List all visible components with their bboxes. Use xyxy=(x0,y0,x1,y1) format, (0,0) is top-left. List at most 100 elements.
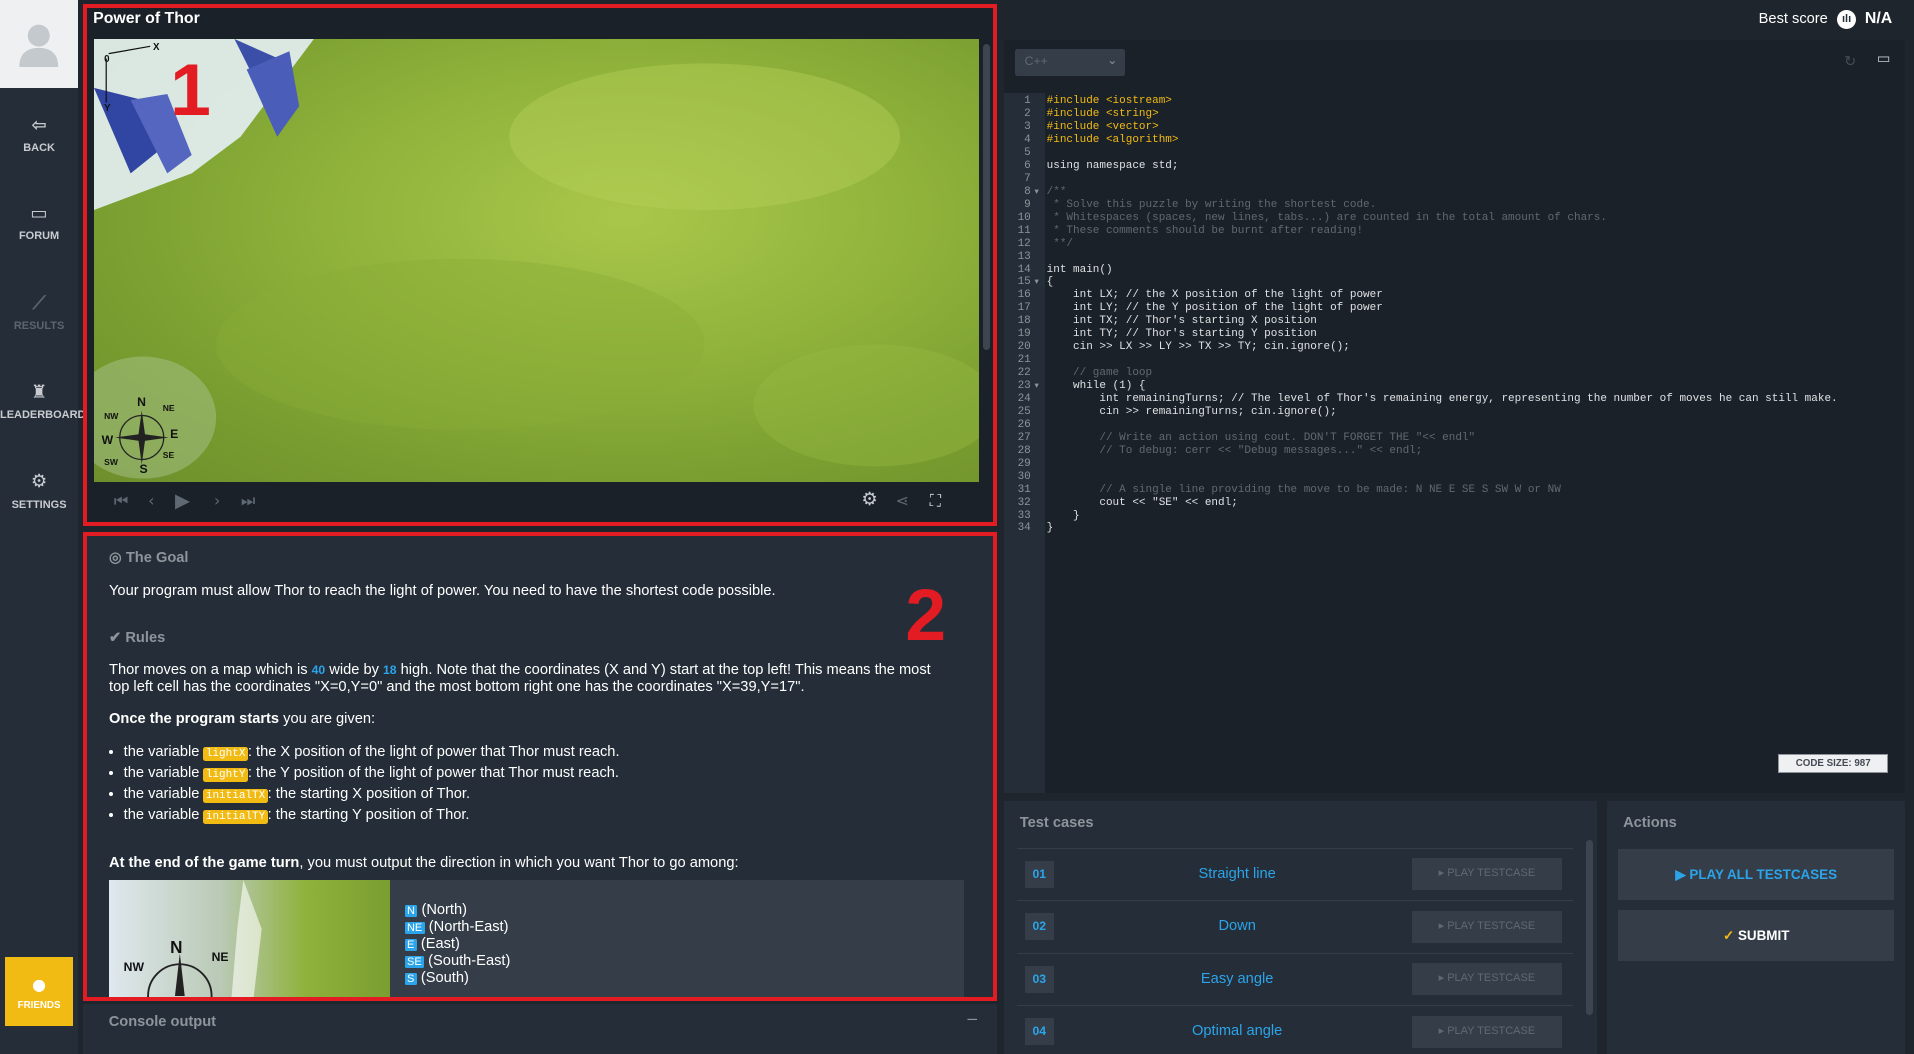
direction-label: (South) xyxy=(416,970,469,987)
check-icon: ✓ xyxy=(1722,927,1738,943)
direction-item: SE (South-East) xyxy=(404,952,511,969)
sidebar-item-leaderboard[interactable]: ♜ LEADERBOARD xyxy=(0,382,85,421)
share-icon[interactable]: ⋖ xyxy=(896,491,909,510)
play-testcase-label: PLAY TESTCASE xyxy=(1447,1024,1536,1037)
code-line: int LY; // the Y position of the light o… xyxy=(1046,302,1383,315)
rules-text: Thor moves on a map which is 40 wide by … xyxy=(109,662,964,696)
statement-panel: ◎ The Goal Your program must allow Thor … xyxy=(83,532,997,1002)
rules-heading: ✔ Rules xyxy=(109,629,165,646)
play-testcase-button[interactable]: ▸ PLAY TESTCASE xyxy=(1411,910,1563,943)
fullscreen-icon[interactable]: ⛶ xyxy=(930,491,941,511)
code-area[interactable]: #include <iostream> #include <string> #inc… xyxy=(1004,95,1905,755)
direction-label: (North-East) xyxy=(424,918,509,935)
testcase-name[interactable]: Optimal angle xyxy=(1139,1023,1334,1039)
sidebar-item-forum[interactable]: ▭ FORUM xyxy=(0,203,78,242)
actions-title: Actions xyxy=(1623,814,1677,831)
sidebar-item-label: RESULTS xyxy=(13,320,65,333)
annotation-number-2: 2 xyxy=(905,574,947,657)
code-line: { xyxy=(1046,276,1054,289)
compass-n: N xyxy=(170,938,183,958)
play-testcase-button[interactable]: ▸ PLAY TESTCASE xyxy=(1411,963,1563,996)
play-testcase-label: PLAY TESTCASE xyxy=(1447,972,1536,985)
sidebar-item-label: LEADERBOARD xyxy=(0,409,86,422)
language-select[interactable]: C++ ⌄ xyxy=(1014,48,1125,76)
code-size-value: 987 xyxy=(1854,757,1871,769)
user-icon: ● xyxy=(32,974,46,994)
play-all-label: PLAY ALL TESTCASES xyxy=(1689,866,1838,882)
direction-tag: S xyxy=(404,973,417,986)
play-all-testcases-button[interactable]: ▶ PLAY ALL TESTCASES xyxy=(1618,848,1895,901)
tests-scrollbar[interactable] xyxy=(1586,840,1593,1015)
testcase-name[interactable]: Straight line xyxy=(1139,866,1334,882)
map-height: 18 xyxy=(383,663,397,678)
code-line: } xyxy=(1046,509,1080,522)
code-line: * Whitespaces (spaces, new lines, tabs..… xyxy=(1046,211,1607,224)
var-name: lightY xyxy=(203,767,248,783)
output-intro-bold: At the end of the game turn xyxy=(109,855,300,872)
step-forward-icon[interactable]: › xyxy=(214,491,220,510)
game-viewer-panel: Power of Thor 0 X Y 1 N NE NW E W xyxy=(83,3,997,527)
var-desc: : the starting X position of Thor. xyxy=(267,785,471,802)
score-chart-icon[interactable]: ılı xyxy=(1836,9,1857,30)
step-back-icon[interactable]: ‹ xyxy=(148,491,154,510)
testcase-number: 02 xyxy=(1024,913,1054,941)
best-score-value: N/A xyxy=(1864,9,1893,27)
game-canvas[interactable]: 0 X Y 1 N NE NW E W SE SW S xyxy=(94,39,979,482)
sidebar-item-results[interactable]: ⟋ RESULTS xyxy=(0,293,78,332)
code-size-badge: CODE SIZE: 987 xyxy=(1778,753,1889,774)
sidebar-item-settings[interactable]: ⚙ SETTINGS xyxy=(0,471,78,510)
list-item: the variable initialTX: the starting X p… xyxy=(123,785,620,804)
code-line: // Write an action using cout. DON'T FOR… xyxy=(1046,431,1476,444)
list-item: the variable lightY: the Y position of t… xyxy=(124,765,620,783)
testcase-row: 04 Optimal angle ▸ PLAY TESTCASE xyxy=(1017,1005,1574,1054)
code-line: **/ xyxy=(1046,237,1074,250)
submit-button[interactable]: ✓ SUBMIT xyxy=(1618,909,1895,962)
testcase-name[interactable]: Easy angle xyxy=(1139,971,1334,987)
direction-item: S (South) xyxy=(404,970,469,987)
testcase-name[interactable]: Down xyxy=(1139,918,1334,934)
language-value: C++ xyxy=(1024,53,1048,68)
code-line: * Solve this puzzle by writing the short… xyxy=(1046,198,1377,211)
goal-heading: ◎ The Goal xyxy=(109,549,188,566)
code-line: // To debug: cerr << "Debug messages..."… xyxy=(1046,444,1423,457)
forum-icon: ▭ xyxy=(30,202,48,224)
rules-text-part: top left cell has the coordinates "X=0,Y… xyxy=(109,679,805,696)
output-intro-rest: , you must output the direction in which… xyxy=(299,855,739,872)
code-line: int TY; // Thor's starting Y position xyxy=(1046,328,1317,341)
check-icon: ✔ xyxy=(109,630,126,647)
play-testcase-button[interactable]: ▸ PLAY TESTCASE xyxy=(1411,1015,1563,1048)
friends-button[interactable]: ● FRIENDS xyxy=(4,957,74,1026)
input-variables-list: the variable lightX: the X position of t… xyxy=(124,744,620,828)
direction-item: NE (North-East) xyxy=(404,918,509,935)
forward-end-icon[interactable]: ⏭ xyxy=(241,491,255,511)
rules-text-part: wide by xyxy=(325,662,383,679)
sidebar-item-back[interactable]: ⇦ BACK xyxy=(0,115,78,154)
rewind-start-icon[interactable]: ⏮ xyxy=(114,491,128,511)
maximize-icon[interactable]: ▭ xyxy=(1877,50,1891,67)
compass-ne: NE xyxy=(211,950,229,965)
output-intro: At the end of the game turn, you must ou… xyxy=(109,855,964,872)
settings-gear-icon[interactable]: ⚙ xyxy=(861,489,877,510)
gear-icon: ⚙ xyxy=(30,471,48,493)
list-item: the variable initialTY: the starting Y p… xyxy=(124,806,620,824)
reset-icon[interactable]: ↻ xyxy=(1844,53,1856,70)
goal-text: Your program must allow Thor to reach th… xyxy=(109,582,776,599)
testcase-row: 03 Easy angle ▸ PLAY TESTCASE xyxy=(1017,952,1574,1004)
console-output-panel: Console output – xyxy=(83,1003,997,1054)
code-line: int LX; // the X position of the light o… xyxy=(1046,289,1383,302)
viewer-scrollbar[interactable] xyxy=(983,44,990,350)
avatar[interactable] xyxy=(0,0,79,88)
direction-label: (South-East) xyxy=(424,952,511,969)
var-pre: the variable xyxy=(123,785,204,802)
submit-label: SUBMIT xyxy=(1737,927,1790,943)
puzzle-title: Power of Thor xyxy=(93,10,200,28)
minimize-icon[interactable]: – xyxy=(968,1009,978,1029)
play-testcase-button[interactable]: ▸ PLAY TESTCASE xyxy=(1411,858,1563,891)
var-desc: : the starting Y position of Thor. xyxy=(267,806,470,823)
rules-text-part: high. Note that the coordinates (X and Y… xyxy=(396,662,931,679)
play-icon[interactable]: ▶ xyxy=(175,489,190,512)
console-title: Console output xyxy=(108,1013,217,1030)
code-line: } xyxy=(1046,522,1054,535)
chevron-down-icon: ⌄ xyxy=(1107,52,1118,67)
sidebar-item-label: BACK xyxy=(23,141,55,154)
